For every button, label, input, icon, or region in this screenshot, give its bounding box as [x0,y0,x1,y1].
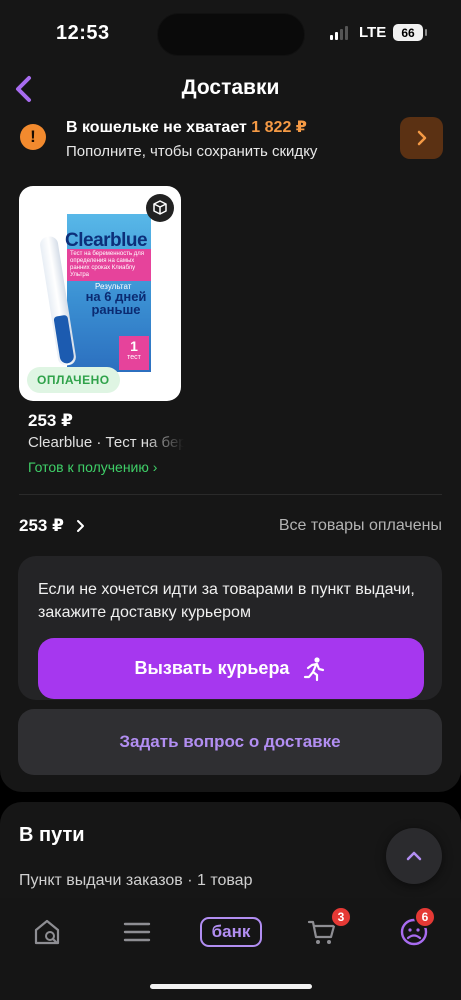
section-title: В пути [19,824,85,846]
box-icon [146,194,174,222]
tab-bank[interactable]: банк [199,914,263,950]
profile-badge: 6 [414,906,436,928]
home-indicator [150,984,312,989]
product-image-count: 1 тест [119,336,149,370]
scroll-to-top-button[interactable] [386,828,442,884]
product-card[interactable]: Clearblue Тест на беременность для опред… [19,186,181,401]
paid-badge: ОПЛАЧЕНО [27,367,120,393]
total-amount: 253 ₽ [19,516,64,535]
product-name: Clearblue · Тест на беременность [28,434,184,451]
exclamation-icon: ! [20,124,46,150]
header: Доставки [0,64,461,112]
payment-status: Все товары оплачены [278,517,442,534]
menu-icon [123,922,151,942]
order-total[interactable]: 253 ₽ [19,516,86,536]
product-image-headline: на 6 дней раньше [85,289,147,317]
battery-icon: 66 [393,24,427,41]
product-image-text: Тест на беременность для определения на … [70,251,144,278]
tab-cart[interactable]: 3 [302,906,352,950]
cart-badge: 3 [330,906,352,928]
chevron-right-icon [417,130,426,146]
product-price: 253 ₽ [28,411,73,430]
running-courier-icon [304,656,325,681]
warning-subtitle: Пополните, чтобы сохранить скидку [66,143,318,160]
section-subtitle: Пункт выдачи заказов · 1 товар [19,872,253,889]
warning-amount: 1 822 ₽ [251,119,307,136]
tab-catalog[interactable] [117,914,157,950]
chevron-up-icon [406,851,422,861]
tab-home[interactable] [27,914,67,950]
call-courier-button[interactable]: Вызвать курьера [38,638,424,699]
courier-text: Если не хочется идти за товарами в пункт… [38,581,415,621]
ask-delivery-question-button[interactable]: Задать вопрос о доставке [18,709,442,775]
chevron-right-icon [76,520,84,532]
signal-icon [330,26,348,40]
page-title: Доставки [181,76,280,99]
tab-profile[interactable]: 6 [394,906,436,950]
warning-title: В кошельке не хватает 1 822 ₽ [66,119,307,136]
status-time: 12:53 [56,22,110,44]
wallet-warning: ! В кошельке не хватает 1 822 ₽ Пополнит… [0,114,461,166]
ready-status-link[interactable]: Готов к получению › [28,459,157,475]
divider [19,494,442,495]
top-up-button[interactable] [400,117,443,159]
network-label: LTE [359,24,387,41]
home-search-icon [34,919,60,945]
call-courier-label: Вызвать курьера [134,658,290,678]
status-bar: 12:53 LTE 66 [0,0,461,64]
dynamic-island [157,13,305,56]
bank-label: банк [200,917,262,947]
